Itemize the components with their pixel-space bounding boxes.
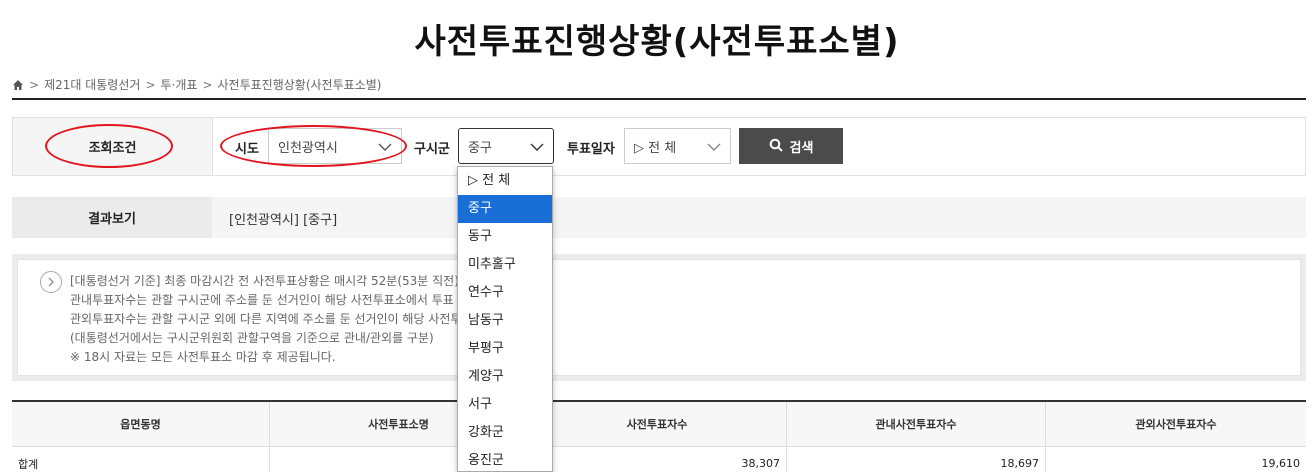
chevron-down-icon [707,141,721,151]
search-icon [769,138,783,155]
breadcrumb-separator: > [145,77,156,92]
sido-label: 시도 [235,142,259,157]
chevron-down-icon [378,141,392,151]
table-cell: 18,697 [787,447,1046,472]
breadcrumb-item-election[interactable]: 제21대 대통령선거 [44,76,140,93]
home-icon[interactable] [12,79,24,91]
breadcrumb-separator: > [29,77,40,92]
breadcrumb: > 제21대 대통령선거 > 투·개표 > 사전투표진행상황(사전투표소별) [12,76,381,93]
date-select-value: ▷ 전 체 [634,140,677,156]
breadcrumb-separator: > [202,77,213,92]
table-cell: 합계 [12,447,270,472]
table-cell: 38,307 [528,447,787,472]
dropdown-option[interactable]: 미추홀구 [458,251,552,279]
page-title: 사전투표진행상황(사전투표소별) [414,22,900,62]
sido-select-value: 인천광역시 [278,140,338,156]
column-header: 관내사전투표자수 [787,402,1046,446]
table-header-row: 읍면동명 사전투표소명 사전투표자수 관내사전투표자수 관외사전투표자수 [12,402,1306,447]
notice-box: [대통령선거 기준] 최종 마감시간 전 사전투표상황은 매시각 52분(53분… [12,254,1306,381]
dropdown-option[interactable]: 강화군 [458,419,552,447]
chevron-right-circle-icon [40,271,62,293]
dropdown-option[interactable]: 서구 [458,391,552,419]
search-button[interactable]: 검색 [739,128,843,164]
dropdown-option[interactable]: 남동구 [458,307,552,335]
breadcrumb-item-current[interactable]: 사전투표진행상황(사전투표소별) [218,76,382,93]
date-label: 투표일자 [567,142,615,157]
search-conditions-panel: 조회조건 시도 인천광역시 구시군 중구 투표일자 ▷ 전 체 검색 [12,117,1306,176]
table-cell: 19,610 [1261,457,1301,470]
column-header: 사전투표자수 [528,402,787,446]
date-select[interactable]: ▷ 전 체 [624,128,731,164]
breadcrumb-item-voting[interactable]: 투·개표 [161,76,198,93]
dropdown-option[interactable]: 연수구 [458,279,552,307]
dropdown-option[interactable]: 부평구 [458,335,552,363]
sigungu-label: 구시군 [414,142,450,157]
dropdown-option-selected[interactable]: 중구 [458,195,552,223]
search-conditions-label: 조회조건 [13,118,213,175]
sido-select[interactable]: 인천광역시 [268,128,402,164]
results-table: 읍면동명 사전투표소명 사전투표자수 관내사전투표자수 관외사전투표자수 합계 … [12,400,1306,472]
dropdown-option[interactable]: ▷ 전 체 [458,167,552,195]
column-header: 읍면동명 [12,402,270,446]
dropdown-option[interactable]: 계양구 [458,363,552,391]
sigungu-select[interactable]: 중구 [458,128,554,164]
sigungu-dropdown-list[interactable]: ▷ 전 체 중구 동구 미추홀구 연수구 남동구 부평구 계양구 서구 강화군 … [457,166,553,472]
result-value: [인천광역시] [중구] [229,213,338,228]
column-header: 관외사전투표자수 [1135,418,1217,431]
dropdown-option[interactable]: 동구 [458,223,552,251]
search-button-label: 검색 [789,139,814,155]
chevron-down-icon [530,141,544,151]
breadcrumb-divider [12,98,1306,100]
dropdown-option[interactable]: 옹진군 [458,447,552,472]
table-row-total: 합계 38,307 18,697 19,610 [12,447,1306,472]
result-label: 결과보기 [12,197,212,238]
result-bar: 결과보기 [인천광역시] [중구] [12,197,1306,238]
sigungu-select-value: 중구 [468,140,492,156]
